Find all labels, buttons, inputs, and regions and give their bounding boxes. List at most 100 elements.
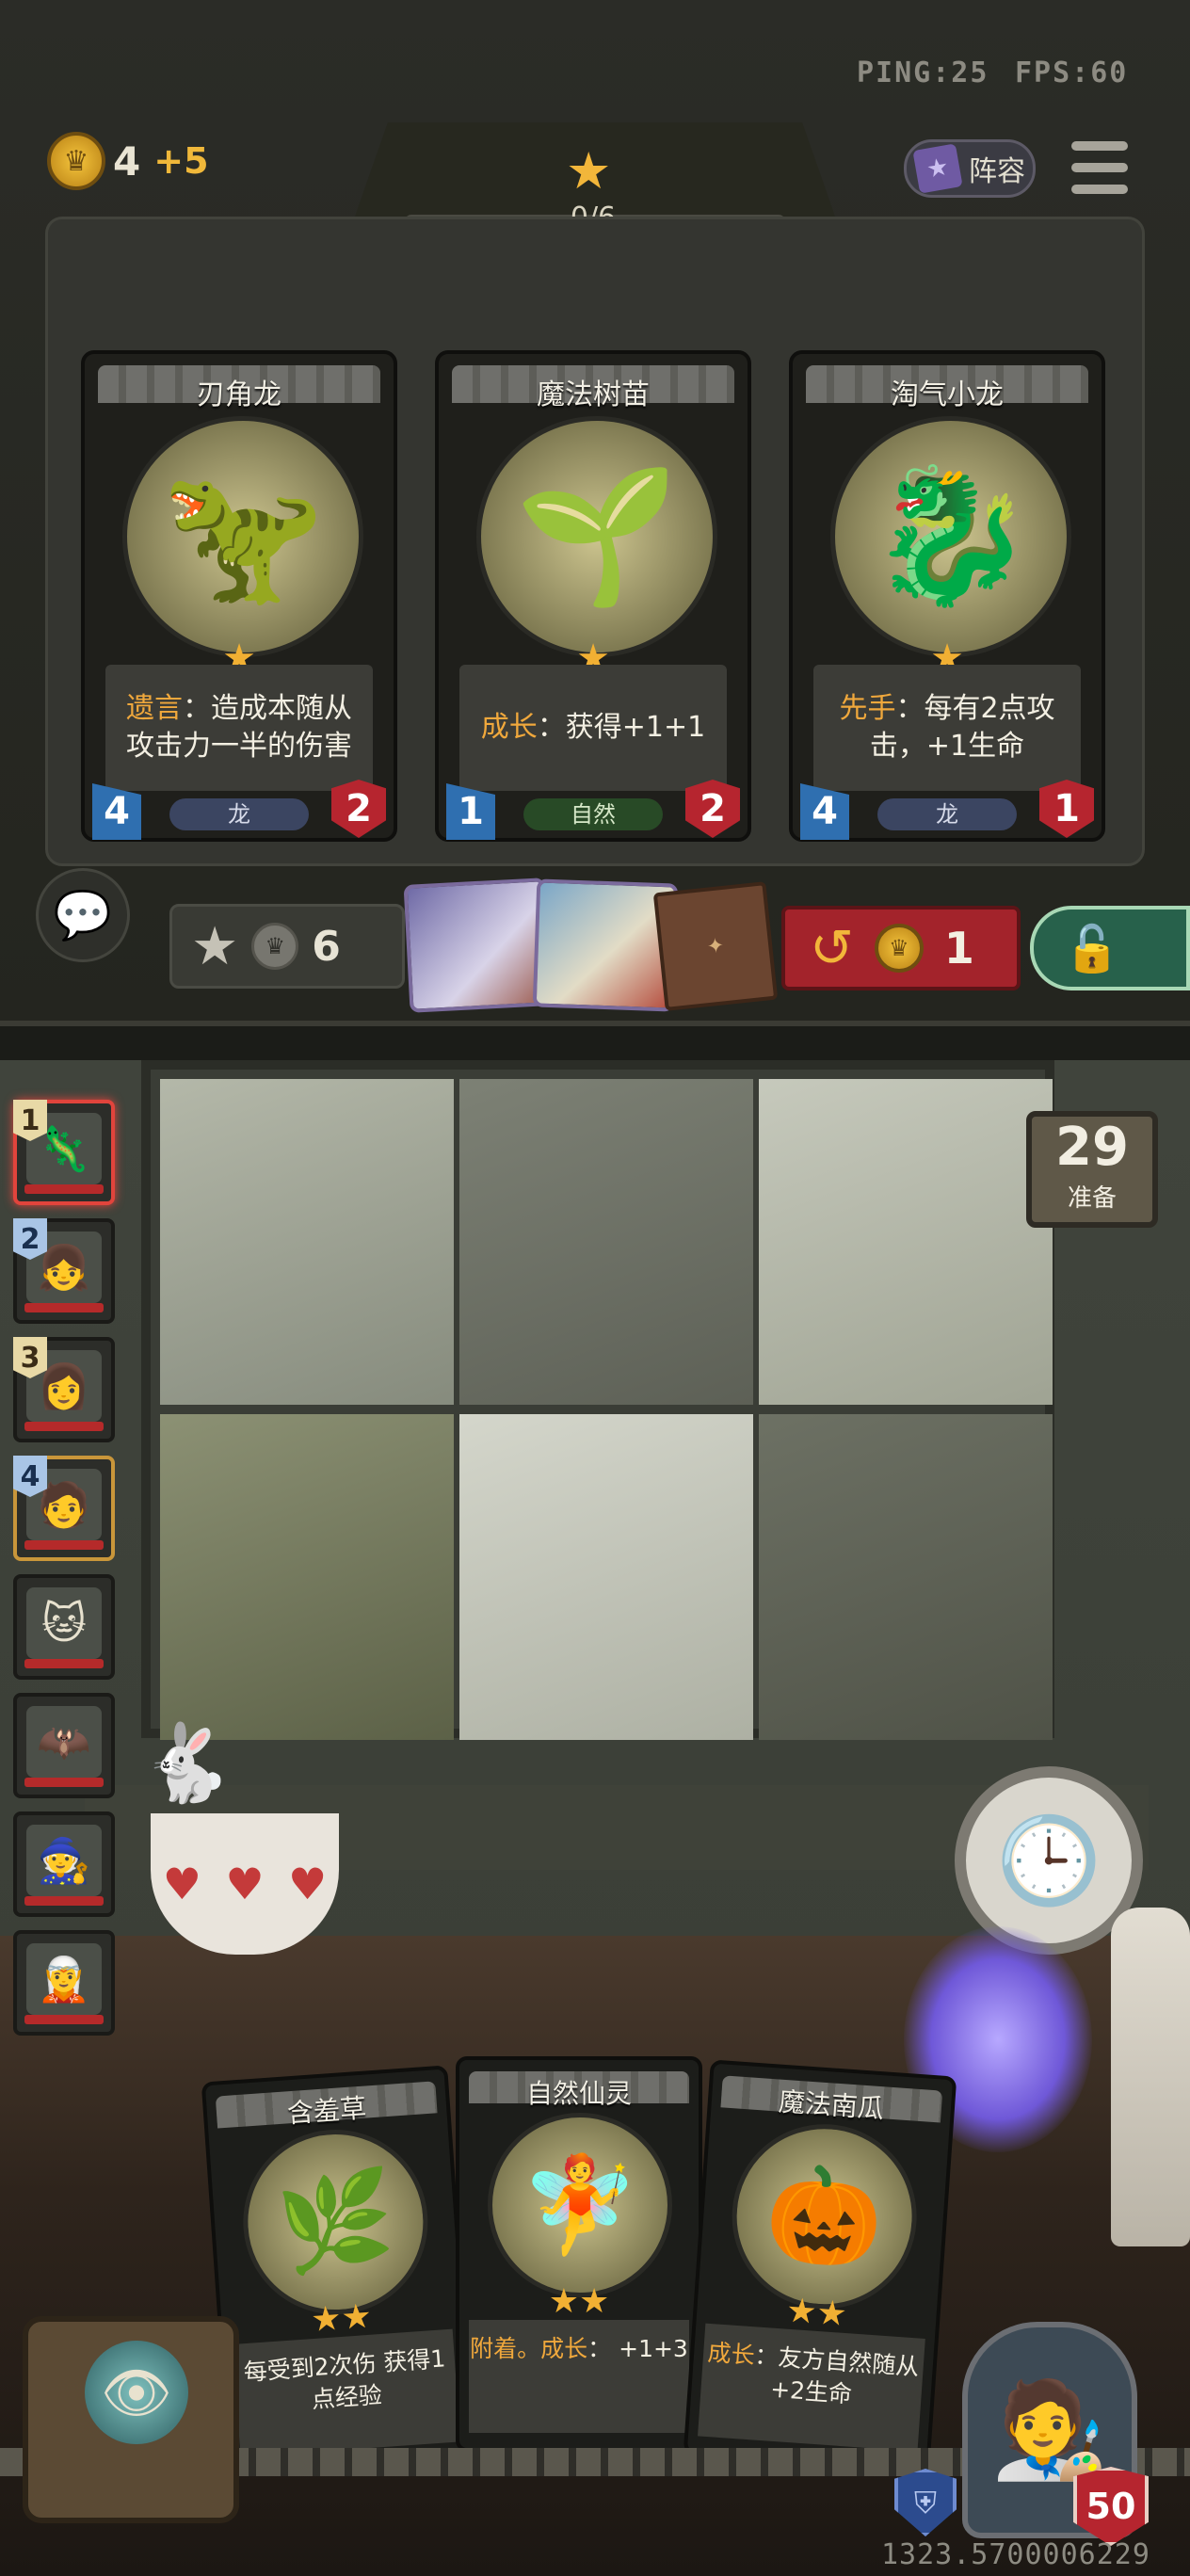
card-effect: ：获得+1+1 (537, 711, 706, 744)
gold-display: ♛ 4 +5 (47, 132, 209, 190)
refresh-cost: 1 (943, 923, 974, 974)
card-description: 附着。成长： +1+3 (469, 2320, 689, 2433)
roster-slot[interactable]: 🐱 (13, 1574, 115, 1680)
health-badge: 2 (685, 780, 740, 838)
roster-slot[interactable]: 🧙 (13, 1811, 115, 1917)
tribe-tag: 龙 (877, 798, 1017, 830)
shop-card[interactable]: 淘气小龙 🐉 ★ 先手：每有2点攻击，+1生命 4 龙 1 (789, 350, 1105, 842)
card-description: 成长：获得+1+1 (459, 665, 727, 791)
card-name: 含羞草 (286, 2092, 368, 2130)
card-description: 遗言：造成本随从攻击力一半的伤害 (105, 665, 373, 791)
health-bar (24, 1184, 104, 1194)
timer-value: 29 (1055, 1117, 1129, 1178)
health-bar (24, 1540, 104, 1550)
chess-piece-icon (1111, 1908, 1190, 2246)
roster-slot[interactable]: 🧝 (13, 1930, 115, 2036)
card-art: 🐉 (830, 416, 1071, 657)
health-bar (24, 1422, 104, 1431)
rank-badge: 1 (13, 1100, 47, 1141)
fps-readout: FPS:60 (1015, 56, 1129, 89)
rabbit-figurine-icon: 🐇 (139, 1719, 233, 1807)
card-art: 🧚 (488, 2113, 672, 2297)
card-keyword: 成长 (706, 2338, 756, 2370)
health-badge: 1 (1039, 780, 1094, 838)
tribe-tag: 自然 (523, 798, 663, 830)
card-keyword: 附着。成长 (470, 2335, 588, 2362)
timer-label: 准备 (1067, 1184, 1117, 1213)
player-avatar: 🦇 (26, 1706, 102, 1778)
card-effect: 每受到2次伤 获得1点经验 (242, 2344, 447, 2414)
health-bar (24, 1659, 104, 1668)
health-badge: 2 (331, 780, 386, 838)
card-keyword: 先手 (839, 692, 896, 725)
gold-income: +5 (153, 140, 209, 182)
card-art: 🦖 (122, 416, 363, 657)
round-timer: 29 准备 (1026, 1111, 1158, 1228)
player-roster: 🦎 1 👧 2 👩 3 🧑 4 🐱 🦇 🧙 🧝 (6, 1100, 119, 2049)
rank-badge: 3 (13, 1337, 47, 1378)
card-name: 自然仙灵 (525, 2078, 632, 2109)
refresh-button[interactable]: ↺ ♛ 1 (781, 906, 1021, 990)
lock-button[interactable]: 🔓 (1030, 906, 1190, 990)
hamburger-icon[interactable] (1071, 141, 1128, 194)
card-effect: ：每有2点攻击，+1生命 (869, 692, 1055, 763)
card-description: 先手：每有2点攻击，+1生命 (813, 665, 1081, 791)
hand-card[interactable]: 魔法南瓜 🎃 ★★ 成长：友方自然随从 +2生命 (683, 2059, 957, 2471)
attack-badge: 4 (92, 783, 141, 840)
treasure-chest-button[interactable]: 👁 (23, 2316, 239, 2523)
teacup-icon: ♥ ♥ ♥ (151, 1813, 339, 1955)
tribe-tag: 龙 (169, 798, 309, 830)
lineup-label: 阵容 (969, 155, 1025, 188)
card-name: 刃角龙 (197, 378, 281, 411)
hand-card[interactable]: 含羞草 🌿 ★★ 每受到2次伤 获得1点经验 (201, 2065, 475, 2477)
card-art: 🌿 (236, 2123, 434, 2321)
star-upgrade-icon: ★ (191, 915, 239, 977)
upgrade-cost: 6 (312, 922, 341, 971)
refresh-icon: ↺ (810, 917, 854, 979)
shop-card[interactable]: 魔法树苗 🌱 ★ 成长：获得+1+1 1 自然 2 (435, 350, 751, 842)
rank-badge: 2 (13, 1218, 47, 1260)
rank-badge: 4 (13, 1456, 47, 1497)
card-stars: ★★ (548, 2282, 610, 2321)
chat-bubble-icon[interactable]: 💬 (36, 868, 130, 962)
card-name: 魔法南瓜 (777, 2085, 885, 2125)
card-keyword: 遗言 (126, 692, 183, 725)
book-icon: ★ (912, 143, 963, 194)
card-art: 🎃 (726, 2117, 924, 2315)
card-name: 淘气小龙 (891, 378, 1004, 411)
player-avatar: 🧝 (26, 1943, 102, 2015)
health-bar (24, 1303, 104, 1312)
hero-power-icon: 👁 (85, 2341, 188, 2444)
card-keyword: 成长 (480, 711, 538, 744)
shop-card[interactable]: 刃角龙 🦖 ★ 遗言：造成本随从攻击力一半的伤害 4 龙 2 (81, 350, 397, 842)
spellbook-icon[interactable]: ✦ (652, 881, 779, 1011)
card-effect: ： +1+3 (587, 2335, 688, 2362)
roster-slot[interactable]: 🦎 1 (13, 1100, 115, 1205)
health-bar (24, 2015, 104, 2024)
roster-slot[interactable]: 🧑 4 (13, 1456, 115, 1561)
roster-slot[interactable]: 🦇 (13, 1693, 115, 1798)
crown-coin-icon: ♛ (47, 132, 105, 190)
lock-icon: 🔓 (1064, 922, 1120, 975)
card-description: 每受到2次伤 获得1点经验 (233, 2328, 460, 2457)
attack-badge: 4 (800, 783, 849, 840)
debug-coordinate-readout: 1323.5700006229 (881, 2538, 1150, 2571)
window-backdrop (141, 1060, 1054, 1740)
card-name: 魔法树苗 (537, 378, 650, 411)
roster-slot[interactable]: 👩 3 (13, 1337, 115, 1442)
lineup-button[interactable]: ★ 阵容 (904, 139, 1036, 198)
star-icon: ★ (566, 141, 612, 201)
health-bar (24, 1778, 104, 1787)
silver-crown-icon: ♛ (251, 923, 299, 970)
roster-slot[interactable]: 👧 2 (13, 1218, 115, 1324)
health-bar (24, 1896, 104, 1906)
upgrade-tier-button[interactable]: ★ ♛ 6 (169, 904, 405, 989)
hand-card[interactable]: 自然仙灵 🧚 ★★ 附着。成长： +1+3 (456, 2056, 702, 2452)
card-effect: ：友方自然随从 +2生命 (753, 2342, 921, 2408)
player-avatar: 🧙 (26, 1825, 102, 1896)
attack-badge: 1 (446, 783, 495, 840)
card-art: 🌱 (476, 416, 717, 657)
shop-panel: PING:25 FPS:60 ♛ 4 +5 ★ 0/6 ★ 阵容 刃角龙 🦖 ★… (0, 0, 1190, 1026)
spell-card-thumbnail[interactable] (403, 877, 552, 1013)
crown-coin-icon: ♛ (874, 924, 924, 973)
